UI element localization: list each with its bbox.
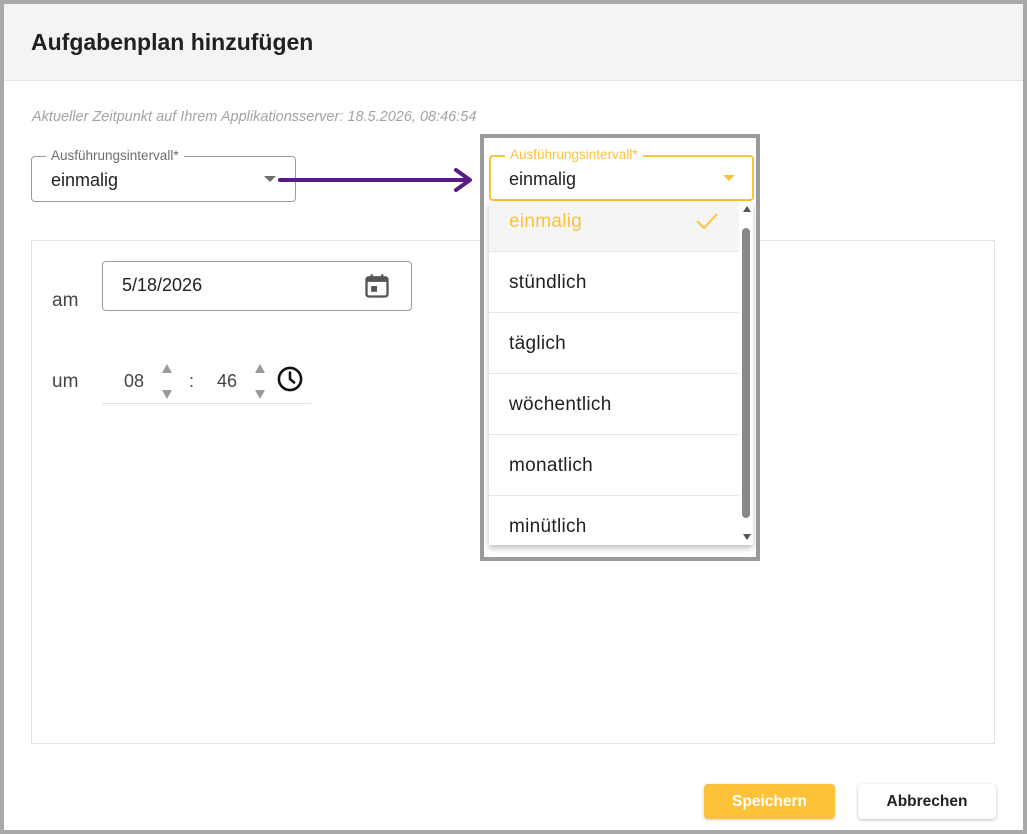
option-einmalig[interactable]: einmalig (489, 202, 739, 252)
date-label: am (52, 290, 79, 311)
time-label: um (52, 371, 79, 392)
interval-select-open[interactable]: Ausführungsintervall* einmalig (489, 147, 754, 201)
hour-up-icon[interactable] (162, 364, 172, 373)
minute-up-icon[interactable] (255, 364, 265, 373)
calendar-icon[interactable] (363, 272, 391, 300)
dropdown-scrollbar[interactable] (741, 202, 753, 545)
option-label: einmalig (509, 211, 583, 232)
zoom-callout: Ausführungsintervall* einmalig einmalig … (480, 134, 760, 561)
save-button[interactable]: Speichern (704, 784, 835, 819)
hour-down-icon[interactable] (162, 390, 172, 399)
option-monatlich[interactable]: monatlich (489, 435, 739, 496)
option-label: stündlich (509, 272, 587, 293)
check-icon (696, 213, 718, 230)
date-field[interactable]: 5/18/2026 (102, 261, 412, 311)
cancel-button[interactable]: Abbrechen (858, 784, 996, 819)
scrollbar-thumb[interactable] (742, 228, 750, 518)
arrow-right-icon (278, 168, 472, 192)
interval-select-value: einmalig (51, 170, 119, 190)
option-label: minütlich (509, 516, 587, 537)
date-value: 5/18/2026 (122, 275, 203, 295)
clock-icon[interactable] (276, 365, 304, 393)
dialog-header: Aufgabenplan hinzufügen (4, 4, 1023, 81)
interval-select-label: Ausführungsintervall* (46, 148, 184, 163)
minute-input[interactable]: 46 (217, 371, 237, 392)
option-taeglich[interactable]: täglich (489, 313, 739, 374)
minute-down-icon[interactable] (255, 390, 265, 399)
interval-select-open-label: Ausführungsintervall* (505, 147, 643, 162)
option-minuetlich[interactable]: minütlich (489, 496, 739, 545)
option-stuendlich[interactable]: stündlich (489, 252, 739, 313)
option-woechentlich[interactable]: wöchentlich (489, 374, 739, 435)
chevron-down-icon (264, 176, 276, 182)
hour-stepper[interactable] (162, 358, 174, 402)
chevron-down-icon (723, 175, 735, 181)
scroll-down-icon[interactable] (743, 534, 751, 540)
option-label: wöchentlich (509, 394, 612, 415)
hour-input[interactable]: 08 (124, 371, 144, 392)
minute-stepper[interactable] (255, 358, 267, 402)
option-label: täglich (509, 333, 567, 354)
interval-dropdown: einmalig stündlich täglich wöchentlich m… (489, 202, 753, 545)
server-time-note: Aktueller Zeitpunkt auf Ihrem Applikatio… (32, 109, 477, 125)
option-label: monatlich (509, 455, 594, 476)
time-separator: : (189, 371, 195, 391)
dialog-title: Aufgabenplan hinzufügen (31, 29, 314, 55)
interval-select[interactable]: Ausführungsintervall* einmalig (31, 148, 296, 202)
interval-select-open-value: einmalig (509, 169, 577, 189)
scroll-up-icon[interactable] (743, 206, 751, 212)
time-picker: 08 : 46 (102, 356, 311, 404)
